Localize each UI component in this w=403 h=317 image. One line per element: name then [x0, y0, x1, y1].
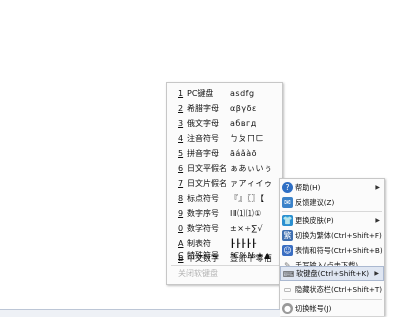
- menu-item-label: 切换为繁体(Ctrl+Shift+F): [295, 230, 382, 240]
- kb-item-symbols: ぁあぃいぅ: [230, 164, 273, 173]
- kb-item-symbols: абвгд: [230, 119, 257, 128]
- menu-item-label: 表情和符号(Ctrl+Shift+B): [295, 245, 383, 255]
- kb-item-symbols: ┠┠┠┠┠: [230, 239, 257, 248]
- ime-context-menu: ? 帮助(H) ▶ ✉ 反馈建议(Z) 👕 更换皮肤(P) ▶ 繁 切换为繁体(…: [279, 178, 385, 316]
- kb-item-symbols: ァアィイゥ: [230, 179, 273, 188]
- kb-item-label: 标点符号: [187, 194, 219, 203]
- menu-item-label: 更换皮肤(P): [295, 215, 334, 225]
- kb-item-symbols: asdfg: [230, 89, 255, 98]
- kb-item-num: 2: [178, 104, 184, 113]
- menu-item-label: 隐藏状态栏(Ctrl+Shift+T): [295, 284, 383, 294]
- switch-account-icon: ●: [282, 303, 293, 314]
- menu-item-switch-account[interactable]: ● 切换帐号(J): [280, 301, 384, 316]
- keyboard-icon: ⌨: [282, 270, 295, 279]
- kb-separator: [171, 265, 279, 266]
- kb-item-num: 4: [178, 134, 184, 143]
- kb-item-punctuation[interactable]: 8 标点符号 『』〖〗【: [167, 191, 282, 206]
- kb-item-num: A: [178, 239, 184, 248]
- kb-item-symbols: āáǎàō: [230, 149, 258, 158]
- hide-statusbar-icon: ▭: [283, 285, 292, 294]
- kb-item-symbols: ㄅㄆㄇㄈ: [230, 134, 264, 143]
- kb-item-label: 日文平假名: [187, 164, 227, 173]
- kb-item-label: 特殊符号: [187, 251, 219, 260]
- kb-item-math[interactable]: 0 数学符号 ±×÷∑√: [167, 221, 282, 236]
- menu-item-feedback[interactable]: ✉ 反馈建议(Z): [280, 195, 384, 210]
- menu-item-emoji-symbols[interactable]: ☺ 表情和符号(Ctrl+Shift+B): [280, 243, 384, 258]
- menu-item-change-skin[interactable]: 👕 更换皮肤(P) ▶: [280, 213, 384, 228]
- kb-item-number-serial[interactable]: 9 数字序号 ⅠⅡ⑴⑴①: [167, 206, 282, 221]
- submenu-arrow-icon: ▶: [375, 184, 380, 191]
- kb-item-zhuyin[interactable]: 4 注音符号 ㄅㄆㄇㄈ: [167, 131, 282, 146]
- menu-item-help[interactable]: ? 帮助(H) ▶: [280, 180, 384, 195]
- kb-item-label: 希腊字母: [187, 104, 219, 113]
- kb-item-label: 拼音字母: [187, 149, 219, 158]
- submenu-arrow-icon: ▶: [375, 217, 380, 224]
- kb-item-num: 7: [178, 179, 184, 188]
- kb-item-pinyin[interactable]: 5 拼音字母 āáǎàō: [167, 146, 282, 161]
- kb-item-label: 注音符号: [187, 134, 219, 143]
- kb-item-greek[interactable]: 2 希腊字母 αβγδε: [167, 101, 282, 116]
- menu-item-label: 切换帐号(J): [295, 303, 332, 313]
- kb-item-symbols: ⅠⅡ⑴⑴①: [230, 209, 262, 218]
- menu-item-traditional[interactable]: 繁 切换为繁体(Ctrl+Shift+F): [280, 228, 384, 243]
- submenu-arrow-icon: ▶: [374, 270, 379, 277]
- menu-item-hide-statusbar[interactable]: ▭ 隐藏状态栏(Ctrl+Shift+T): [280, 282, 384, 297]
- kb-item-label: 俄文字母: [187, 119, 219, 128]
- kb-item-symbols: ℃%№★▲: [230, 251, 271, 260]
- convert-icon: 繁: [282, 230, 293, 241]
- kb-item-russian[interactable]: 3 俄文字母 абвгд: [167, 116, 282, 131]
- kb-item-num: 5: [178, 149, 184, 158]
- kb-item-symbols: 『』〖〗【: [230, 194, 265, 203]
- kb-item-num: 9: [178, 209, 184, 218]
- kb-item-special[interactable]: C 特殊符号 ℃%№★▲: [167, 248, 282, 263]
- kb-item-symbols: ±×÷∑√: [230, 224, 264, 233]
- emoji-icon: ☺: [282, 245, 293, 256]
- kb-item-pc[interactable]: 1 PC键盘 asdfg: [167, 86, 282, 101]
- kb-item-num: C: [178, 251, 184, 260]
- kb-item-katakana[interactable]: 7 日文片假名 ァアィイゥ: [167, 176, 282, 191]
- kb-item-num: 6: [178, 164, 184, 173]
- menu-separator: [282, 299, 382, 300]
- menu-separator: [282, 211, 382, 212]
- kb-item-label: 日文片假名: [187, 179, 227, 188]
- skin-icon: 👕: [282, 215, 293, 226]
- kb-item-num: 8: [178, 194, 184, 203]
- kb-item-hiragana[interactable]: 6 日文平假名 ぁあぃいぅ: [167, 161, 282, 176]
- kb-item-label: PC键盘: [187, 89, 214, 98]
- close-soft-keyboard-item: 关闭软键盘: [178, 269, 218, 278]
- help-icon: ?: [282, 182, 293, 193]
- kb-item-symbols: αβγδε: [230, 104, 257, 113]
- menu-item-label: 反馈建议(Z): [295, 197, 335, 207]
- kb-item-num: 0: [178, 224, 184, 233]
- kb-item-num: 3: [178, 119, 184, 128]
- menu-item-label: 帮助(H): [295, 182, 321, 192]
- menu-item-label: 软键盘(Ctrl+Shift+K): [296, 268, 370, 278]
- kb-item-label: 数字序号: [187, 209, 219, 218]
- feedback-icon: ✉: [282, 197, 293, 208]
- kb-item-num: 1: [178, 89, 184, 98]
- menu-item-soft-keyboard[interactable]: ⌨ 软键盘(Ctrl+Shift+K) ▶: [280, 266, 384, 281]
- kb-item-label: 数学符号: [187, 224, 219, 233]
